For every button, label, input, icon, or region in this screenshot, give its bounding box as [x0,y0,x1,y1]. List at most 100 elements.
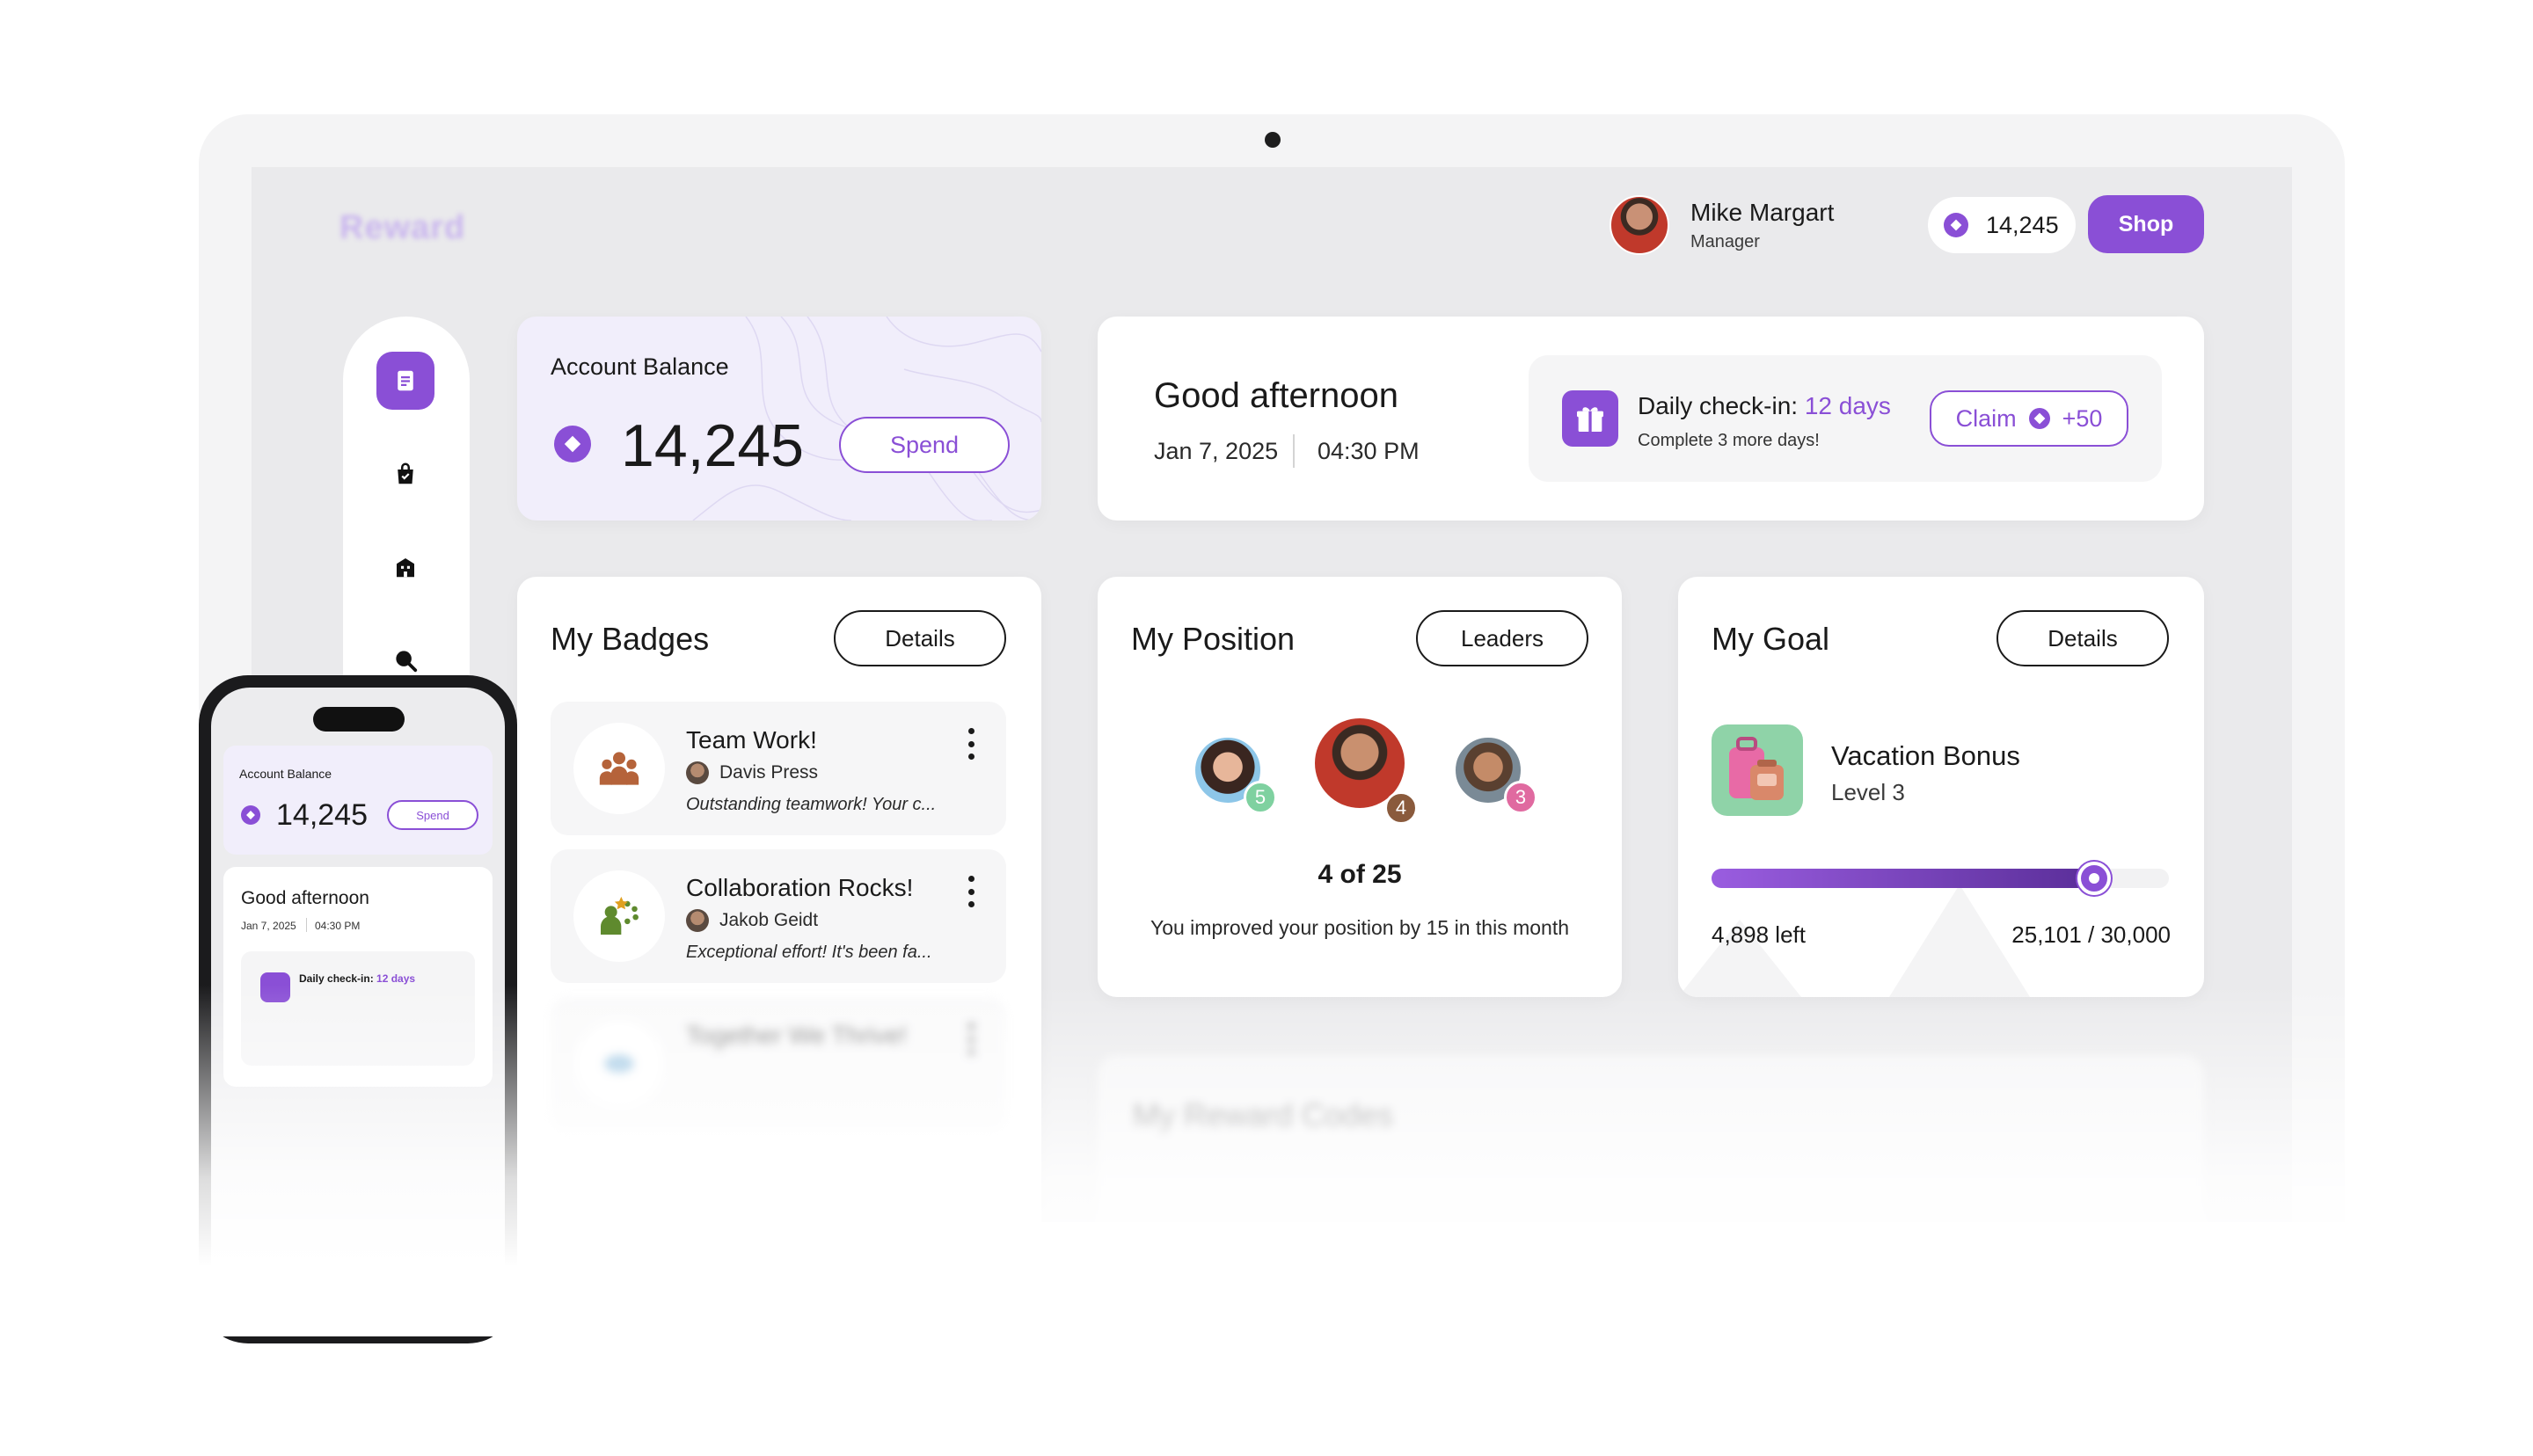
badge-name: Team Work! [686,726,817,753]
sidebar-item-company[interactable] [376,538,434,596]
phone-greeting-date: Jan 7, 2025 [241,920,296,932]
search-icon [396,651,418,673]
goal-name: Vacation Bonus [1831,740,2020,771]
badge-item[interactable]: Collaboration Rocks! Jakob Geidt Excepti… [551,849,1006,983]
more-options-icon[interactable] [964,1023,978,1055]
phone-screen: Account Balance 14,245 Spend Good aftern… [211,688,505,1321]
badge-name: Together We Thrive! [686,1022,908,1049]
date-time-divider [1293,434,1295,468]
goal-progress-fill [1712,869,2095,888]
phone-balance-label: Account Balance [239,767,332,781]
sidebar-item-document[interactable] [376,352,434,410]
header-balance-value: 14,245 [1986,211,2059,238]
phone-balance-value: 14,245 [276,798,368,832]
sidebar-item-shop[interactable] [376,445,434,503]
building-icon [397,558,414,578]
spend-button[interactable]: Spend [839,417,1010,473]
user-name: Mike Margart [1690,198,1835,226]
dashboard-screen: Reward Mike Margart Manager 14,245 Shop [252,167,2292,1222]
reward-codes-title: My Reward Codes [1133,1097,1394,1133]
more-options-icon[interactable] [964,728,978,760]
account-balance-card: Account Balance 14,245 Spend [517,317,1041,521]
shopping-bag-icon [398,462,413,484]
badge-name: Collaboration Rocks! [686,874,914,901]
gift-icon [1562,390,1618,447]
greeting-time: 04:30 PM [1318,438,1420,464]
position-title: My Position [1131,621,1296,657]
rank-badge: 4 [1384,791,1418,825]
greeting-date: Jan 7, 2025 [1154,438,1279,464]
checkin-title: Daily check-in: 12 days [1638,392,1891,420]
phone-checkin-label: Daily check-in: [299,972,374,985]
phone-greeting-time: 04:30 PM [315,920,361,932]
goal-level: Level 3 [1831,779,1905,805]
phone-greeting-card: Good afternoon Jan 7, 2025 04:30 PM Dail… [223,867,493,1087]
position-card: My Position Leaders 5 4 3 4 of 25 You im… [1098,577,1622,997]
date-time-divider [306,918,307,932]
coin-icon [554,426,591,462]
goal-progress-thumb[interactable] [2077,862,2112,895]
app-logo: Reward [339,209,466,246]
document-icon [398,370,413,391]
badge-author-name: Jakob Geidt [719,910,819,930]
phone-frame: Account Balance 14,245 Spend Good aftern… [199,675,517,1343]
avatar [1610,195,1669,255]
phone-spend-button[interactable]: Spend [387,800,478,830]
gift-icon [260,972,290,1002]
collaboration-icon [573,870,665,962]
position-note: You improved your position by 15 in this… [1150,916,1570,939]
background-mountains [1678,885,2030,997]
goal-total: 25,101 / 30,000 [2011,921,2171,948]
camera-dot [1265,132,1281,148]
checkin-label: Daily check-in: [1638,392,1799,419]
balance-label: Account Balance [551,353,729,380]
badge-author: Jakob Geidt [686,909,818,932]
claim-reward: +50 [2062,404,2103,432]
phone-checkin-days: 12 days [376,972,416,985]
daily-checkin-panel: Daily check-in: 12 days Complete 3 more … [1529,355,2162,482]
coin-icon [1944,213,1968,237]
phone-notch [313,707,405,732]
goal-progress-bar [1712,862,2169,895]
phone-checkin-panel: Daily check-in: 12 days [241,951,475,1066]
phone-checkin-title: Daily check-in: 12 days [299,972,415,985]
phone-greeting-title: Good afternoon [241,888,369,908]
claim-label: Claim [1955,404,2017,432]
user-profile[interactable]: Mike Margart Manager [1610,195,1834,255]
badges-details-button[interactable]: Details [834,610,1006,666]
header-balance: 14,245 [1928,197,2076,253]
position-rank: 4 of 25 [1318,860,1402,889]
greeting-card: Good afternoon Jan 7, 2025 04:30 PM Dail… [1098,317,2204,521]
badge-author-name: Davis Press [719,762,819,783]
badge-item[interactable]: Together We Thrive! [551,997,1006,1131]
team-icon [573,723,665,814]
more-options-icon[interactable] [964,876,978,907]
badge-description: Exceptional effort! It's been fa... [686,943,932,962]
coin-icon [241,805,260,825]
coin-icon [2028,408,2050,429]
checkin-subtitle: Complete 3 more days! [1638,431,1820,450]
badge-author: Davis Press [686,761,818,784]
goal-remaining: 4,898 left [1712,921,1806,948]
goal-details-button[interactable]: Details [1996,610,2169,666]
goal-title: My Goal [1712,621,1830,657]
badges-title: My Badges [551,621,710,657]
greeting-title: Good afternoon [1154,376,1398,415]
phone-balance-card: Account Balance 14,245 Spend [223,746,493,855]
badge-description: Outstanding teamwork! Your c... [686,795,937,814]
thrive-icon [573,1018,665,1110]
shop-button[interactable]: Shop [2088,195,2204,253]
reward-codes-card: My Reward Codes [1098,1055,2204,1222]
claim-button[interactable]: Claim +50 [1930,390,2128,447]
avatar [686,761,709,784]
leaders-button[interactable]: Leaders [1416,610,1588,666]
balance-value: 14,245 [621,412,804,479]
suitcase-icon [1712,724,1803,816]
goal-card: My Goal Details Vacation Bonus Level 3 4… [1678,577,2204,997]
user-role: Manager [1690,231,1760,251]
badges-card: My Badges Details Team Work! Davis Press… [517,577,1041,1222]
badge-item[interactable]: Team Work! Davis Press Outstanding teamw… [551,702,1006,835]
checkin-days: 12 days [1804,392,1891,419]
rank-badge: 3 [1504,781,1537,814]
rank-badge: 5 [1244,781,1277,814]
